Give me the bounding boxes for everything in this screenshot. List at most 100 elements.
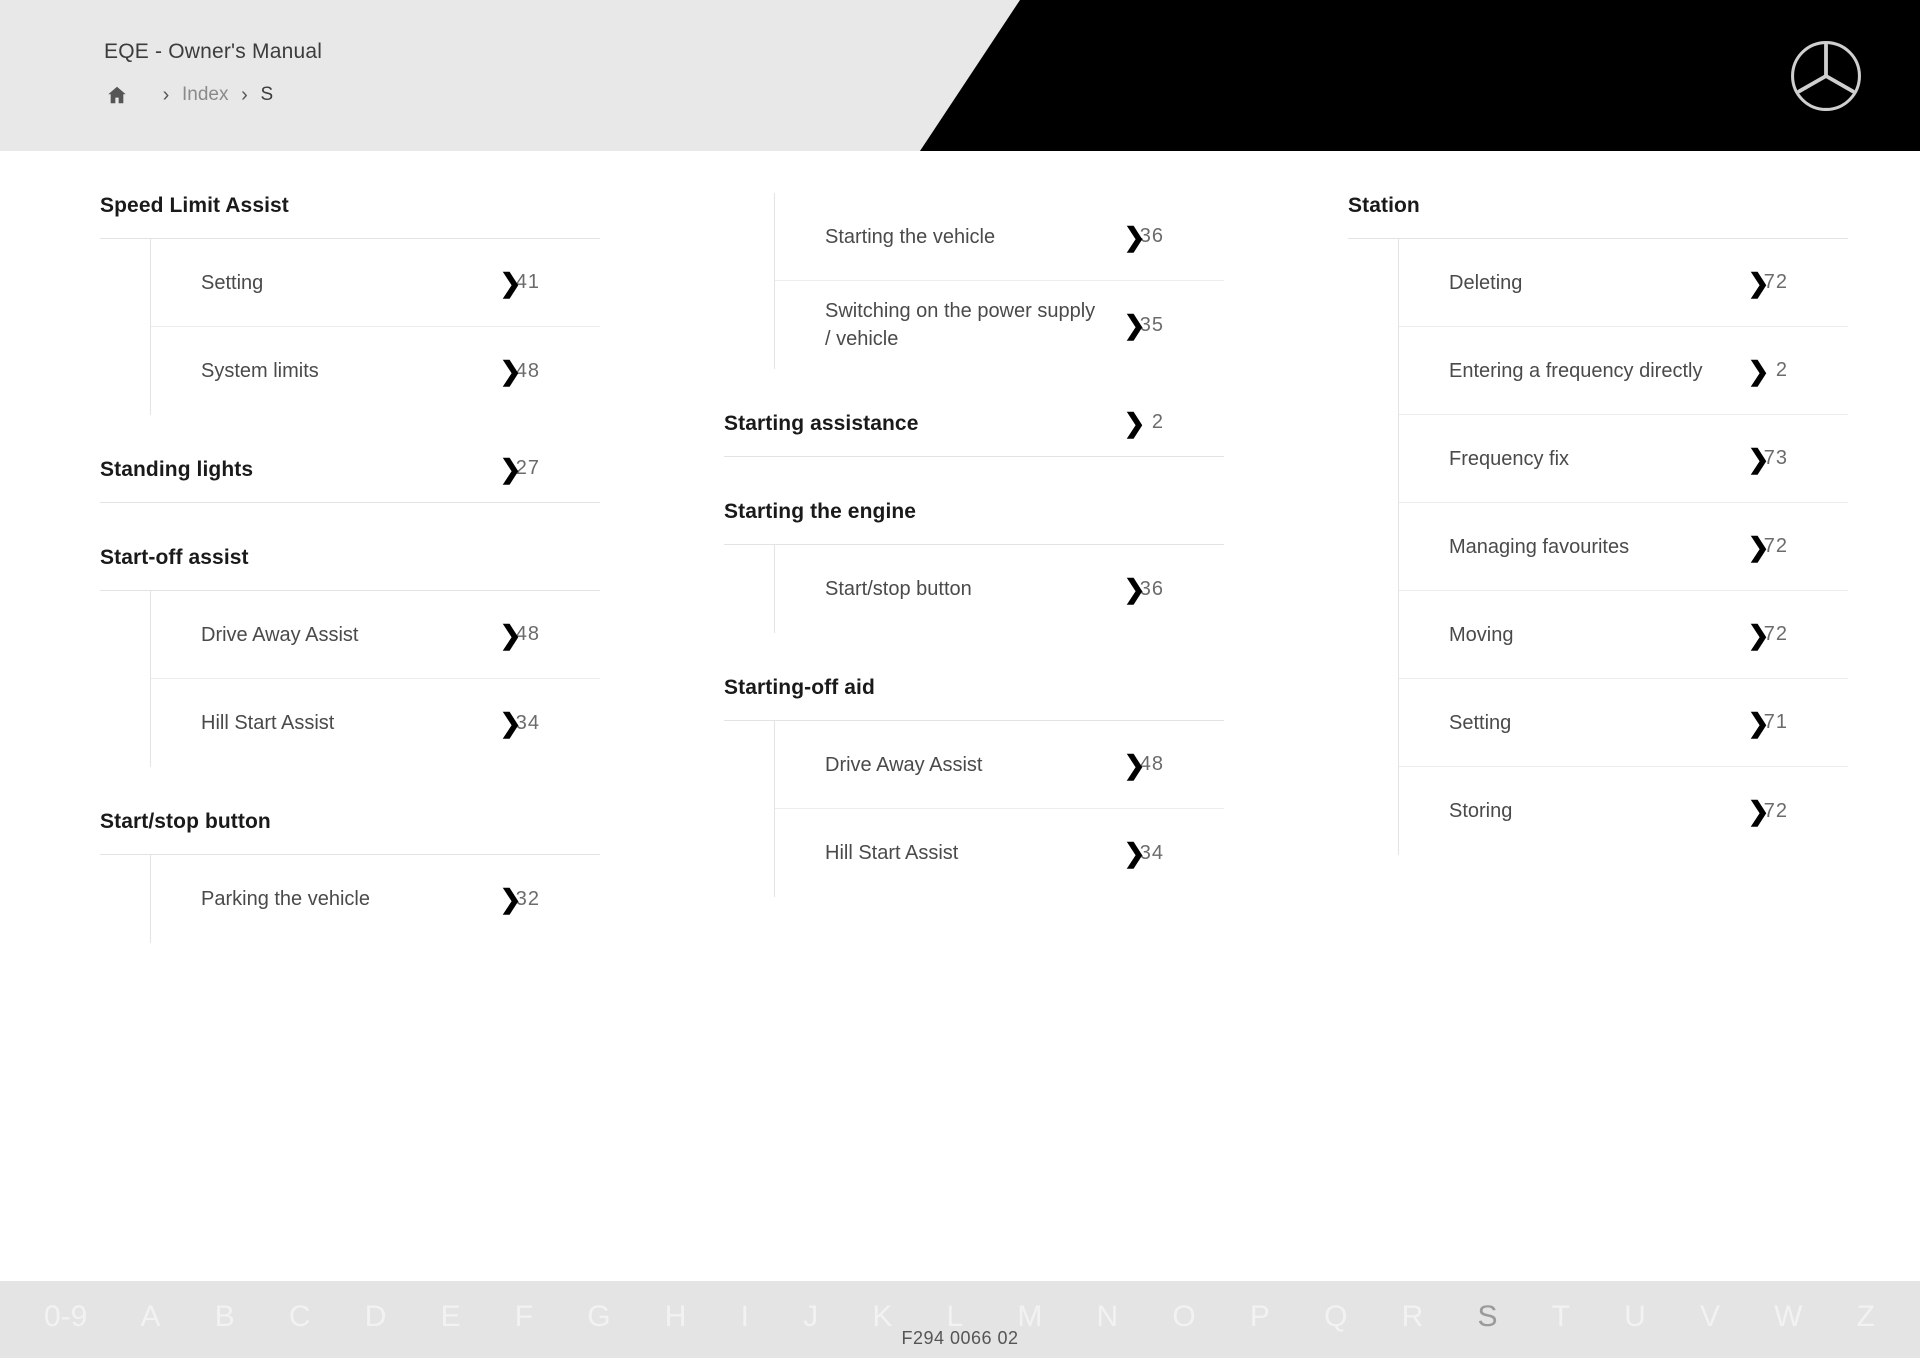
index-entry-label: Setting bbox=[1449, 711, 1512, 734]
page-number-prefix: 7 bbox=[1763, 711, 1776, 733]
breadcrumb-current: S bbox=[260, 84, 274, 105]
index-group: Station Deleting 72 ❯ Entering a frequency d… bbox=[1348, 151, 1848, 855]
page-number-suffix: 2 bbox=[1775, 535, 1788, 557]
page-number-prefix: 3 bbox=[1139, 313, 1152, 336]
page-number-prefix: 7 bbox=[1763, 535, 1776, 557]
index-entry[interactable]: Hill Start Assist 34 ❯ bbox=[151, 679, 600, 767]
page-number-prefix: 3 bbox=[1139, 841, 1152, 864]
page-number-prefix: 3 bbox=[515, 887, 528, 910]
page-number-prefix: 4 bbox=[1139, 753, 1152, 775]
page-number-suffix: 6 bbox=[1151, 577, 1164, 600]
index-group-header[interactable]: Standing lights 27 ❯ bbox=[100, 415, 600, 503]
index-entry[interactable]: Drive Away Assist 48 ❯ bbox=[775, 721, 1224, 809]
index-group-header: Starting-off aid bbox=[724, 633, 1224, 721]
index-entry[interactable]: System limits 48 ❯ bbox=[151, 327, 600, 415]
index-group: Speed Limit Assist Setting 41 ❯ System limit… bbox=[100, 151, 600, 415]
page-number-suffix: 2 bbox=[1775, 359, 1788, 381]
page-header: EQE - Owner's Manual › Index › S bbox=[0, 0, 1920, 151]
index-group: Starting the engine Start/stop button 36 ❯ bbox=[724, 457, 1224, 633]
breadcrumb-index-link[interactable]: Index bbox=[182, 84, 228, 106]
page-reference[interactable]: 34 ❯ bbox=[482, 710, 540, 736]
page-number-prefix: 7 bbox=[1763, 623, 1776, 645]
index-entry-label: System limits bbox=[201, 360, 319, 382]
index-entry-label: Entering a frequency directly bbox=[1449, 359, 1703, 382]
index-group-title: Station bbox=[1348, 194, 1420, 217]
page-number-prefix: 4 bbox=[515, 359, 528, 382]
page-reference[interactable]: 48 ❯ bbox=[482, 622, 540, 648]
index-entry[interactable]: Drive Away Assist 48 ❯ bbox=[151, 591, 600, 679]
index-group-title: Starting assistance bbox=[724, 412, 919, 435]
page-reference[interactable]: 72 ❯ bbox=[1730, 270, 1788, 296]
index-group-title: Starting the engine bbox=[724, 500, 917, 523]
index-group-header: Start-off assist bbox=[100, 503, 600, 591]
index-group-header[interactable]: Starting assistance 2 ❯ bbox=[724, 369, 1224, 457]
page-reference[interactable]: 41 ❯ bbox=[482, 270, 540, 296]
index-group-header: Speed Limit Assist bbox=[100, 151, 600, 239]
index-group: Start-off assist Drive Away Assist 48 ❯ Hill… bbox=[100, 503, 600, 767]
index-entry[interactable]: Moving 72 ❯ bbox=[1399, 591, 1848, 679]
index-entry-label: Deleting bbox=[1449, 271, 1523, 294]
page-reference[interactable]: 36 ❯ bbox=[1106, 224, 1164, 250]
page-reference[interactable]: 34 ❯ bbox=[1106, 840, 1164, 866]
index-entry-label: Moving bbox=[1449, 623, 1514, 646]
index-entry-label: Storing bbox=[1449, 800, 1513, 822]
page-number-prefix: 7 bbox=[1763, 447, 1776, 469]
index-entry[interactable]: Setting 71 ❯ bbox=[1399, 679, 1848, 767]
page-reference[interactable]: 48 ❯ bbox=[1106, 752, 1164, 778]
index-entry[interactable]: Deleting 72 ❯ bbox=[1399, 239, 1848, 327]
index-entry-label: Managing favourites bbox=[1449, 535, 1630, 558]
index-group-title: Speed Limit Assist bbox=[100, 194, 289, 217]
index-group: Starting the vehicle 36 ❯ Switching on the … bbox=[724, 193, 1224, 369]
index-column-2: Starting the vehicle 36 ❯ Switching on the … bbox=[624, 151, 1224, 943]
index-group-header: Station bbox=[1348, 151, 1848, 239]
breadcrumb-separator-2: › bbox=[241, 83, 248, 106]
home-icon[interactable] bbox=[104, 82, 130, 108]
index-subitem-list: Start/stop button 36 ❯ bbox=[774, 545, 1224, 633]
index-entry-label: Frequency fix bbox=[1449, 447, 1570, 470]
index-entry[interactable]: Start/stop button 36 ❯ bbox=[775, 545, 1224, 633]
page-reference[interactable]: 32 ❯ bbox=[482, 886, 540, 912]
index-group-title: Starting-off aid bbox=[724, 676, 875, 699]
index-subitem-list: Drive Away Assist 48 ❯ Hill Start Assist 34 ❯ bbox=[150, 591, 600, 767]
page-reference[interactable]: 2 ❯ bbox=[1106, 410, 1164, 436]
index-entry[interactable]: Frequency fix 73 ❯ bbox=[1399, 415, 1848, 503]
index-group-title: Start/stop button bbox=[100, 810, 271, 833]
page-reference[interactable]: 71 ❯ bbox=[1730, 710, 1788, 736]
breadcrumb-separator-1: › bbox=[162, 83, 170, 106]
header-black-banner bbox=[920, 0, 1920, 151]
index-group-header: Starting the engine bbox=[724, 457, 1224, 545]
index-entry[interactable]: Parking the vehicle 32 ❯ bbox=[151, 855, 600, 943]
page-reference[interactable]: 35 ❯ bbox=[1106, 312, 1164, 338]
index-group: Start/stop button Parking the vehicle 32 ❯ bbox=[100, 767, 600, 943]
index-group-title: Standing lights bbox=[100, 458, 254, 481]
index-entry[interactable]: Switching on the power supply / vehicle 3… bbox=[775, 281, 1224, 369]
page-number-suffix: 2 bbox=[1775, 799, 1788, 822]
index-entry[interactable]: Starting the vehicle 36 ❯ bbox=[775, 193, 1224, 281]
page-reference[interactable]: 73 ❯ bbox=[1730, 446, 1788, 472]
page-number-prefix: 7 bbox=[1763, 799, 1776, 822]
index-entry-label: Starting the vehicle bbox=[825, 225, 996, 248]
page-number-prefix: 3 bbox=[515, 711, 528, 734]
page-reference[interactable]: 48 ❯ bbox=[482, 358, 540, 384]
page-number-suffix: 6 bbox=[1151, 225, 1164, 247]
index-entry[interactable]: Setting 41 ❯ bbox=[151, 239, 600, 327]
page-number-prefix: 4 bbox=[515, 271, 528, 293]
page-reference[interactable]: 36 ❯ bbox=[1106, 576, 1164, 602]
index-entry[interactable]: Managing favourites 72 ❯ bbox=[1399, 503, 1848, 591]
index-entry-label: Hill Start Assist bbox=[825, 842, 959, 864]
page-number-prefix: 3 bbox=[1139, 577, 1152, 600]
page-reference[interactable]: 72 ❯ bbox=[1730, 798, 1788, 824]
index-entry[interactable]: Entering a frequency directly 2 ❯ bbox=[1399, 327, 1848, 415]
index-entry[interactable]: Storing 72 ❯ bbox=[1399, 767, 1848, 855]
page-reference[interactable]: 72 ❯ bbox=[1730, 622, 1788, 648]
index-entry[interactable]: Hill Start Assist 34 ❯ bbox=[775, 809, 1224, 897]
index-column-3: Station Deleting 72 ❯ Entering a frequency d… bbox=[1248, 151, 1848, 943]
index-entry-label: Drive Away Assist bbox=[201, 623, 359, 646]
page-number-suffix: 2 bbox=[1775, 271, 1788, 293]
page-reference[interactable]: 72 ❯ bbox=[1730, 534, 1788, 560]
page-reference[interactable]: 27 ❯ bbox=[482, 456, 540, 482]
index-subitem-list: Drive Away Assist 48 ❯ Hill Start Assist 34 ❯ bbox=[774, 721, 1224, 897]
page-reference[interactable]: 2 ❯ bbox=[1730, 358, 1788, 384]
page-number-suffix: 4 bbox=[1151, 841, 1164, 864]
page-number-prefix: 2 bbox=[515, 457, 528, 479]
